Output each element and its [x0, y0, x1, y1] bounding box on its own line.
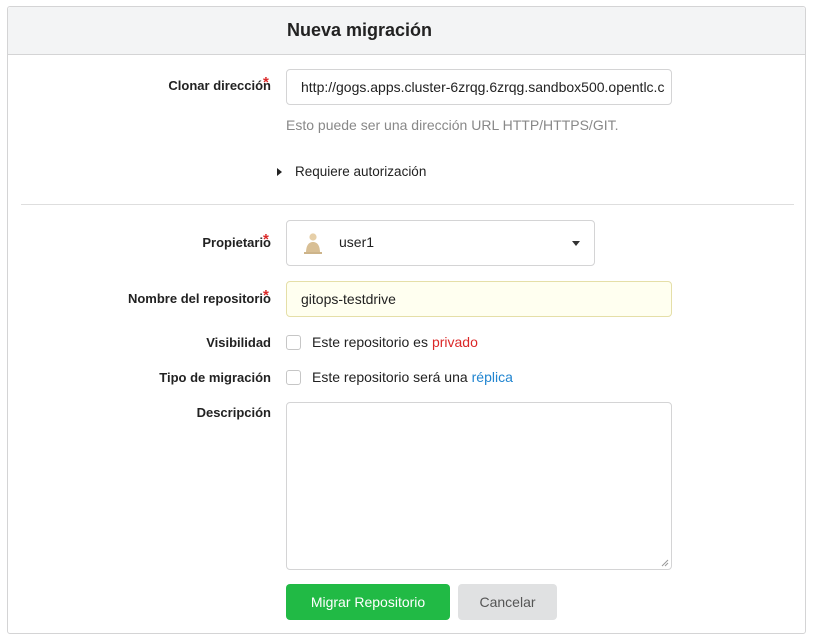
- mirror-link[interactable]: réplica: [472, 369, 513, 385]
- requires-auth-toggle[interactable]: Requiere autorización: [275, 164, 426, 179]
- owner-label: Propietario: [202, 235, 271, 250]
- requires-auth-label: Requiere autorización: [295, 164, 427, 179]
- visibility-checkbox[interactable]: [286, 334, 301, 350]
- visibility-option[interactable]: Este repositorio es privado: [286, 334, 478, 350]
- required-marker: *: [263, 231, 269, 248]
- required-marker: *: [263, 74, 269, 91]
- resize-grip-icon[interactable]: [661, 559, 669, 567]
- chevron-down-icon: [572, 241, 580, 246]
- migration-type-label: Tipo de migración: [159, 370, 271, 385]
- divider: [21, 204, 794, 205]
- repo-name-label: Nombre del repositorio: [127, 291, 271, 306]
- owner-dropdown[interactable]: user1: [286, 220, 595, 266]
- mirror-checkbox[interactable]: [286, 369, 301, 385]
- visibility-text: Este repositorio es: [312, 334, 428, 350]
- cancel-button[interactable]: Cancelar: [458, 584, 557, 620]
- visibility-private-text: privado: [431, 334, 478, 350]
- description-label: Descripción: [196, 405, 271, 420]
- repo-name-input[interactable]: gitops-testdrive: [286, 281, 672, 317]
- clone-address-label: Clonar dirección: [168, 78, 271, 93]
- migrate-repository-button[interactable]: Migrar Repositorio: [286, 584, 450, 620]
- description-textarea[interactable]: [286, 402, 672, 570]
- caret-right-icon: [277, 167, 282, 176]
- owner-name: user1: [339, 234, 375, 250]
- clone-address-help: Esto puede ser una dirección URL HTTP/HT…: [286, 117, 619, 133]
- clone-address-input[interactable]: http://gogs.apps.cluster-6zrqg.6zrqg.san…: [286, 69, 672, 105]
- panel-header: Nueva migración: [8, 7, 805, 55]
- visibility-label: Visibilidad: [206, 335, 271, 350]
- avatar: [304, 233, 322, 254]
- migration-type-text: Este repositorio será una: [312, 369, 468, 385]
- page-title: Nueva migración: [287, 20, 433, 40]
- migration-type-option[interactable]: Este repositorio será una réplica: [286, 369, 513, 385]
- required-marker: *: [263, 287, 269, 304]
